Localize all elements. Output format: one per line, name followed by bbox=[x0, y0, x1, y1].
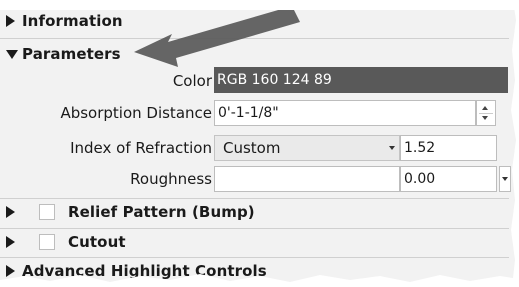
annotation-arrow-icon bbox=[134, 6, 300, 67]
torn-edge-top bbox=[0, 0, 519, 10]
torn-edge-right bbox=[509, 0, 519, 287]
torn-edge-bottom bbox=[0, 270, 519, 287]
